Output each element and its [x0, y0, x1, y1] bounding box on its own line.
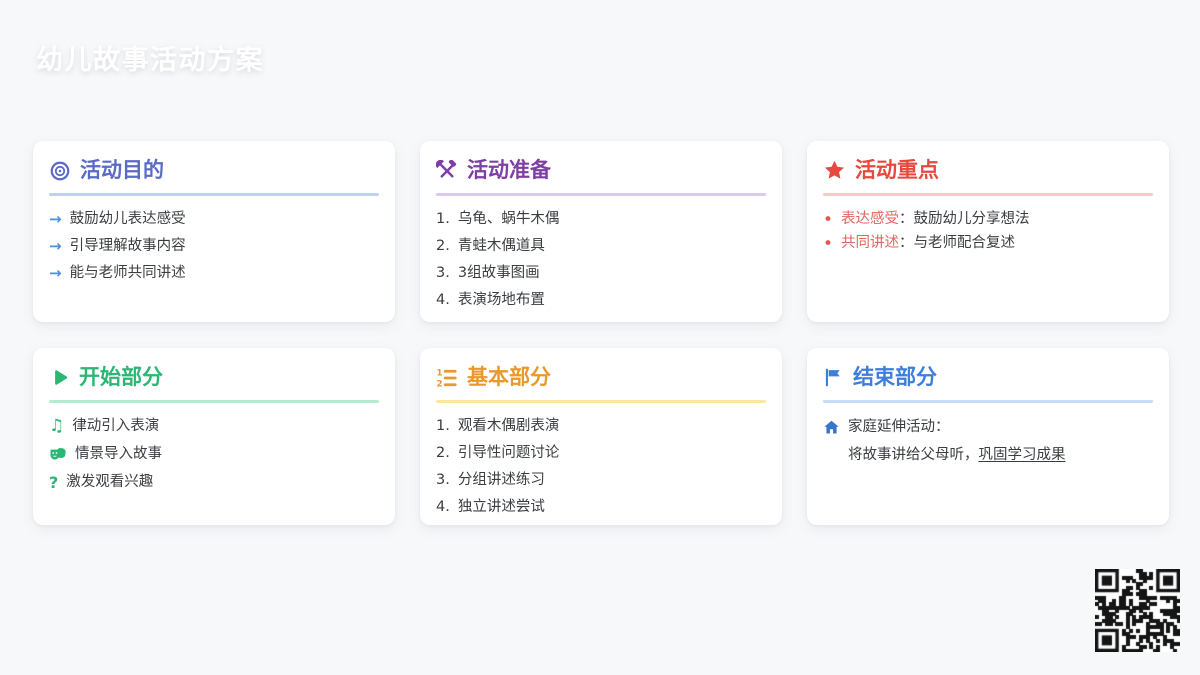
list-item: → 引导理解故事内容: [49, 239, 379, 254]
list-item-text: 青蛙木偶道具: [457, 238, 545, 255]
card-header: 开始部分: [49, 365, 379, 389]
card-title: 活动准备: [467, 158, 551, 182]
list-item: → 能与老师共同讲述: [49, 266, 379, 281]
card-main-section: 1 2 基本部分 1. 观看木偶剧表演 2. 引导性问题讨论 3. 分组讲述练习…: [420, 348, 782, 525]
list-item-continuation: 将故事讲给父母听，巩固学习成果: [848, 448, 1153, 463]
list-item: 4. 独立讲述尝试: [436, 499, 545, 516]
home-activity-text: 将故事讲给父母听，: [848, 447, 979, 464]
card-header: 1 2 基本部分: [436, 365, 766, 389]
list-item-text: 独立讲述尝试: [457, 499, 545, 516]
list-item-text: 分组讲述练习: [457, 472, 545, 489]
list-item: 1. 乌龟、蜗牛木偶: [436, 211, 560, 228]
card-activity-preparation: 活动准备 1. 乌龟、蜗牛木偶 2. 青蛙木偶道具 3. 3组故事图画 4. 表…: [420, 141, 782, 322]
list-item-text: 律动引入表演: [72, 418, 160, 435]
card-divider: [436, 400, 766, 404]
card-title: 开始部分: [79, 365, 163, 389]
star-icon: [823, 159, 846, 182]
svg-text:2: 2: [436, 379, 442, 389]
arrow-icon: →: [49, 237, 62, 256]
list-item: 2. 青蛙木偶道具: [436, 238, 545, 255]
bullseye-icon: [49, 160, 71, 182]
list-item-text: 引导性问题讨论: [457, 445, 560, 462]
list-item: → 鼓励幼儿表达感受: [49, 212, 379, 227]
theater-masks-icon: [49, 446, 67, 463]
card-opening-section: 开始部分 ♫ 律动引入表演 情景导入故事 ? 激发观看兴趣: [33, 348, 395, 525]
list-item: 3. 分组讲述练习: [436, 472, 545, 489]
flag-icon: [823, 367, 844, 388]
list-item-text: 情景导入故事: [75, 446, 162, 463]
list-item: 4. 表演场地布置: [436, 292, 545, 309]
bullet-icon: •: [823, 233, 834, 254]
card-header: 活动目的: [49, 158, 379, 182]
list-item-text: 乌龟、蜗牛木偶: [457, 211, 560, 228]
list-item: 3. 3组故事图画: [436, 265, 540, 282]
card-title: 结束部分: [853, 365, 937, 389]
numbered-list-icon: 1 2: [436, 367, 458, 389]
list-item: • 共同讲述：与老师配合复述: [823, 233, 1153, 254]
list-item-text: 鼓励幼儿表达感受: [69, 211, 186, 228]
focus-term: 表达感受: [841, 211, 900, 228]
music-note-icon: ♫: [49, 416, 65, 437]
list-item-text: 表达感受：鼓励幼儿分享想法: [841, 212, 1030, 227]
list-item: 1. 观看木偶剧表演: [436, 418, 560, 435]
focus-desc: ：鼓励幼儿分享想法: [899, 211, 1030, 228]
list-item: ? 激发观看兴趣: [49, 473, 379, 493]
list-item: ♫ 律动引入表演: [49, 416, 379, 437]
qr-code: [1095, 569, 1180, 652]
home-icon: [823, 419, 840, 436]
list-item-text: 引导理解故事内容: [69, 238, 186, 255]
card-closing-section: 结束部分 家庭延伸活动： 将故事讲给父母听，巩固学习成果: [807, 348, 1169, 525]
card-title: 基本部分: [467, 365, 551, 389]
card-header: 结束部分: [823, 365, 1153, 389]
card-header: 活动准备: [436, 158, 766, 182]
card-header: 活动重点: [823, 158, 1153, 182]
list-item-text: 家庭延伸活动：: [848, 419, 950, 436]
list-item-text: 表演场地布置: [457, 292, 545, 309]
card-activity-focus: 活动重点 • 表达感受：鼓励幼儿分享想法 • 共同讲述：与老师配合复述: [807, 141, 1169, 322]
card-activity-purpose: 活动目的 → 鼓励幼儿表达感受 → 引导理解故事内容 → 能与老师共同讲述: [33, 141, 395, 322]
question-icon: ?: [49, 473, 59, 493]
list-item: 家庭延伸活动：: [823, 419, 1153, 436]
card-divider: [49, 400, 379, 404]
arrow-icon: →: [49, 210, 62, 229]
list-item-text: 能与老师共同讲述: [69, 265, 186, 282]
tools-icon: [436, 159, 458, 182]
list-item: 情景导入故事: [49, 446, 379, 463]
card-divider: [823, 193, 1153, 197]
card-grid: 活动目的 → 鼓励幼儿表达感受 → 引导理解故事内容 → 能与老师共同讲述 活动…: [33, 141, 1169, 525]
card-title: 活动重点: [855, 158, 939, 182]
card-title: 活动目的: [80, 158, 164, 182]
card-divider: [823, 400, 1153, 404]
arrow-icon: →: [49, 264, 62, 283]
focus-desc: ：与老师配合复述: [899, 235, 1016, 252]
bullet-icon: •: [823, 209, 834, 230]
page-title: 幼儿故事活动方案: [36, 45, 264, 76]
list-item-text: 激发观看兴趣: [66, 474, 154, 491]
svg-text:1: 1: [436, 368, 442, 378]
card-divider: [436, 193, 766, 197]
underlined-text: 巩固学习成果: [978, 447, 1066, 464]
list-item-text: 观看木偶剧表演: [457, 418, 560, 435]
list-item-text: 3组故事图画: [457, 265, 540, 282]
list-item: 2. 引导性问题讨论: [436, 445, 560, 462]
card-divider: [49, 193, 379, 197]
list-item-text: 共同讲述：与老师配合复述: [841, 236, 1015, 251]
list-item: • 表达感受：鼓励幼儿分享想法: [823, 209, 1153, 230]
focus-term: 共同讲述: [841, 235, 900, 252]
play-icon: [49, 367, 70, 388]
